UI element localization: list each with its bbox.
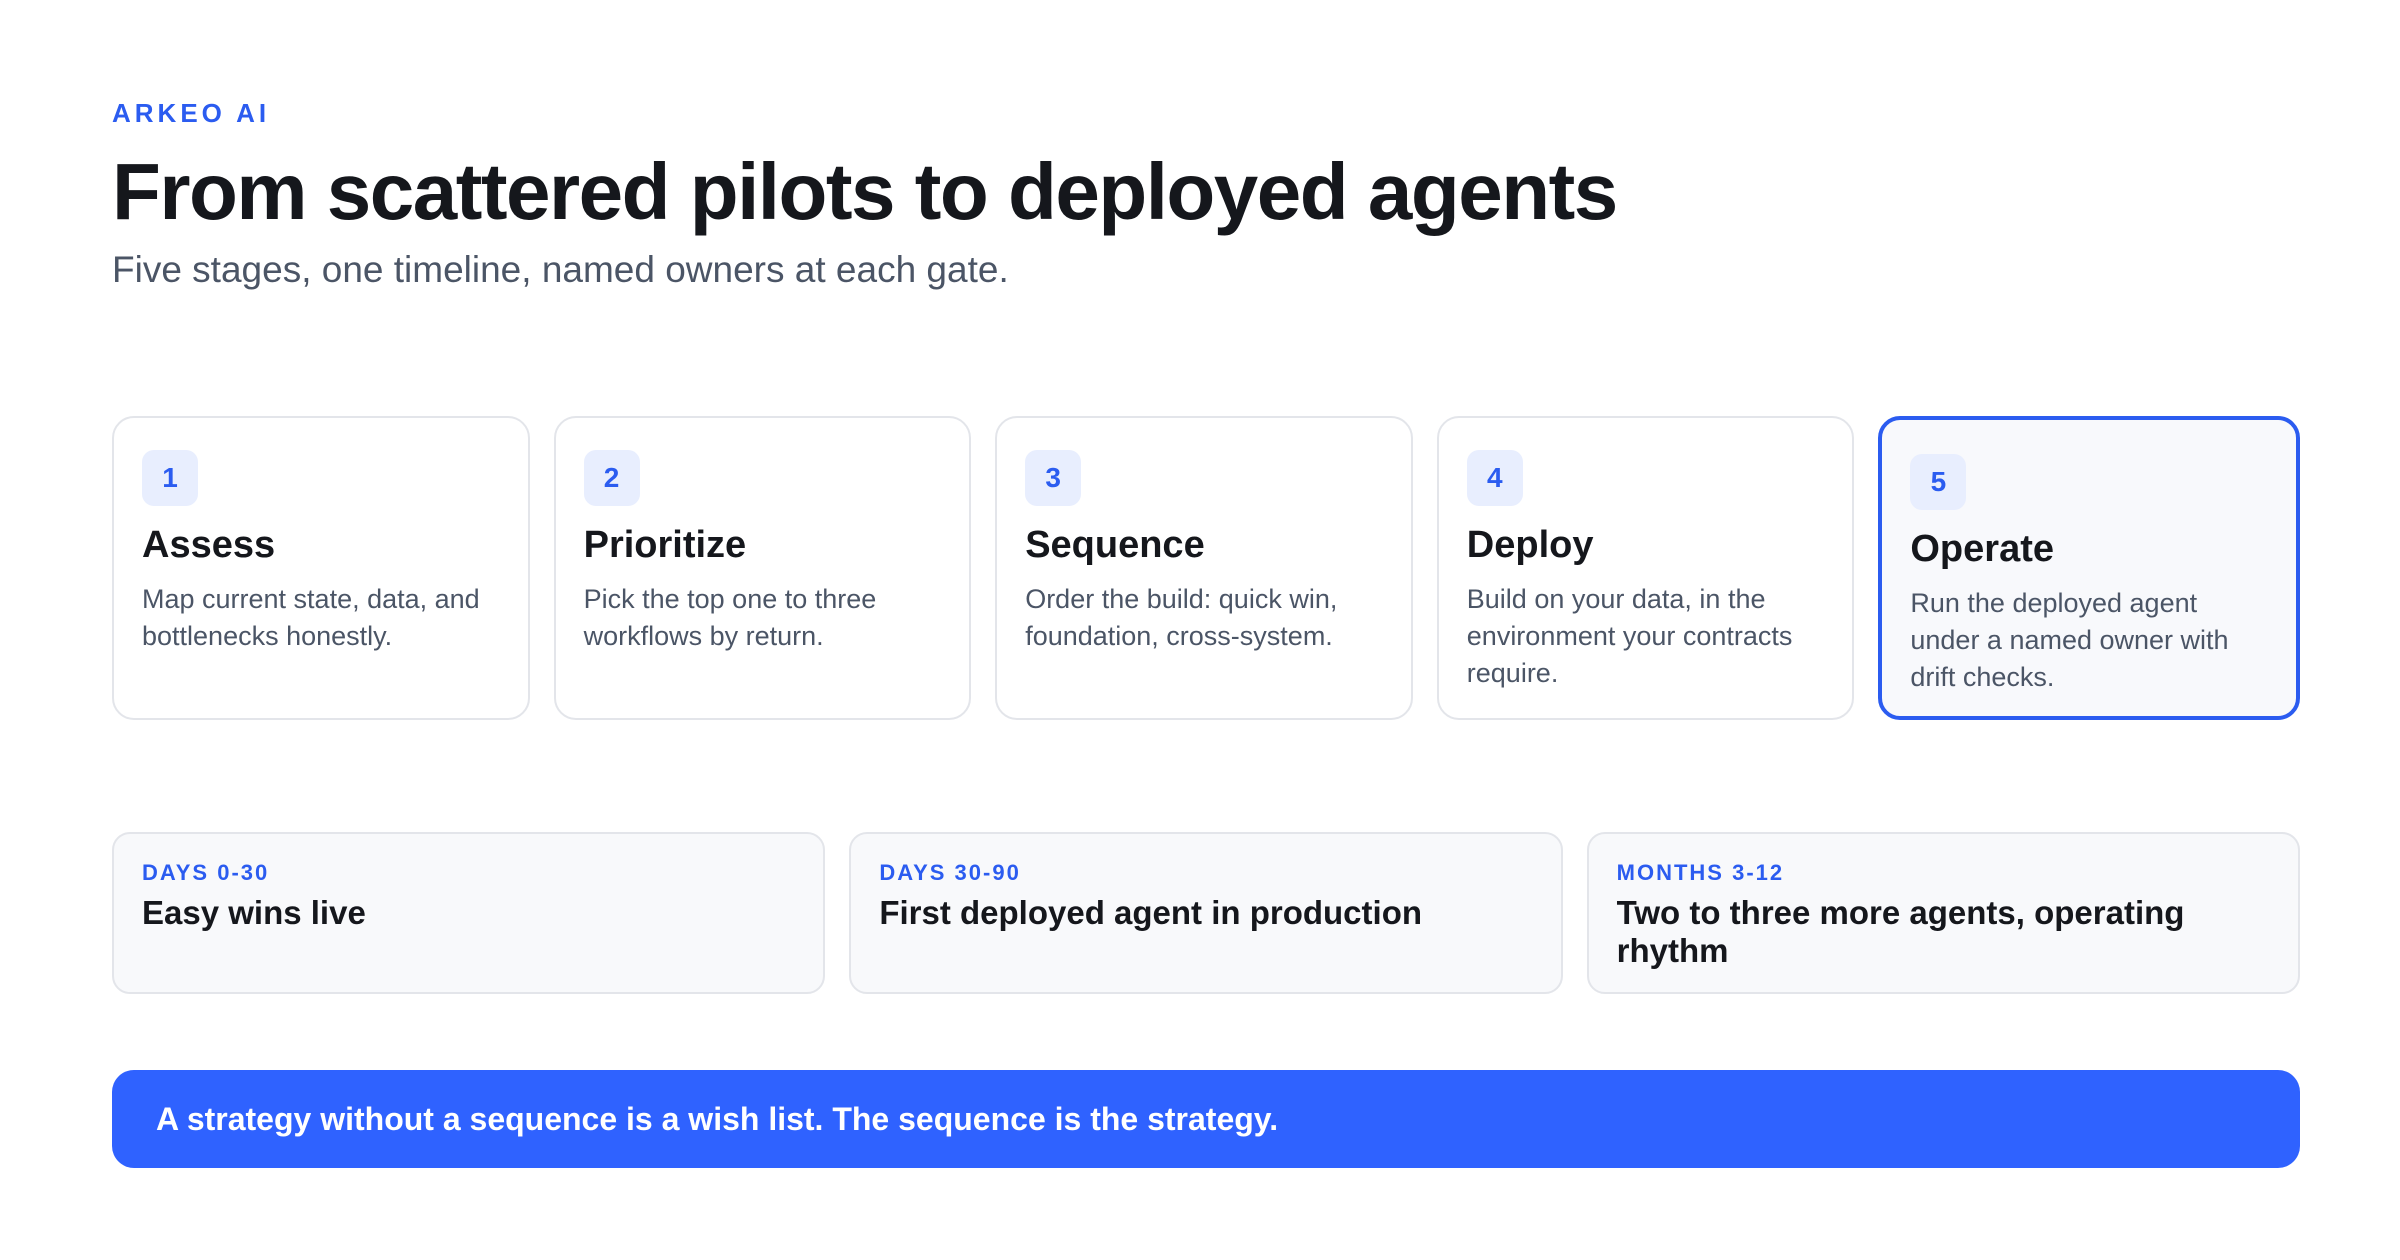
brand-label: ARKEO AI	[112, 98, 271, 128]
stage-title: Sequence	[1025, 524, 1205, 566]
stage-description: Build on your data, in the environment y…	[1466, 584, 1793, 688]
phase-title: Easy wins live	[142, 894, 366, 931]
phase-card-days-0-30: DAYS 0-30 Easy wins live	[112, 832, 826, 994]
phase-card-months-3-12: MONTHS 3-12 Two to three more agents, op…	[1586, 832, 2300, 994]
stage-number-badge: 4	[1466, 450, 1523, 506]
phase-title: First deployed agent in production	[879, 894, 1423, 931]
stage-card-sequence: 3 Sequence Order the build: quick win, f…	[995, 416, 1413, 720]
stage-number-badge: 2	[583, 450, 640, 506]
slide: ARKEO AI From scattered pilots to deploy…	[0, 0, 2400, 1260]
phase-tag: MONTHS 3-12	[1616, 860, 1785, 885]
timeline-phases: DAYS 0-30 Easy wins live DAYS 30-90 Firs…	[112, 832, 2300, 994]
strategy-banner: A strategy without a sequence is a wish …	[112, 1070, 2300, 1168]
stage-card-prioritize: 2 Prioritize Pick the top one to three w…	[553, 416, 972, 720]
stage-description: Pick the top one to three workflows by r…	[583, 584, 877, 651]
stage-number-badge: 3	[1025, 450, 1082, 506]
stage-card-assess: 1 Assess Map current state, data, and bo…	[112, 416, 530, 720]
stage-title: Prioritize	[583, 524, 747, 566]
stage-description: Map current state, data, and bottlenecks…	[142, 584, 480, 651]
phase-tag: DAYS 30-90	[879, 860, 1021, 885]
stage-card-deploy: 4 Deploy Build on your data, in the envi…	[1436, 416, 1855, 720]
page-title: From scattered pilots to deployed agents	[112, 147, 1618, 236]
stage-description: Run the deployed agent under a named own…	[1910, 588, 2229, 692]
stage-description: Order the build: quick win, foundation, …	[1025, 584, 1338, 651]
phase-title: Two to three more agents, operating rhyt…	[1616, 894, 2185, 969]
page-subtitle: Five stages, one timeline, named owners …	[112, 249, 1009, 290]
stage-number-badge: 5	[1910, 454, 1967, 510]
stage-title: Assess	[142, 524, 276, 566]
stage-cards: 1 Assess Map current state, data, and bo…	[112, 416, 2300, 720]
stage-title: Operate	[1910, 528, 2054, 570]
phase-tag: DAYS 0-30	[142, 860, 270, 885]
stage-card-operate: 5 Operate Run the deployed agent under a…	[1878, 416, 2300, 720]
stage-title: Deploy	[1466, 524, 1594, 566]
phase-card-days-30-90: DAYS 30-90 First deployed agent in produ…	[849, 832, 1563, 994]
stage-number-badge: 1	[142, 450, 198, 506]
